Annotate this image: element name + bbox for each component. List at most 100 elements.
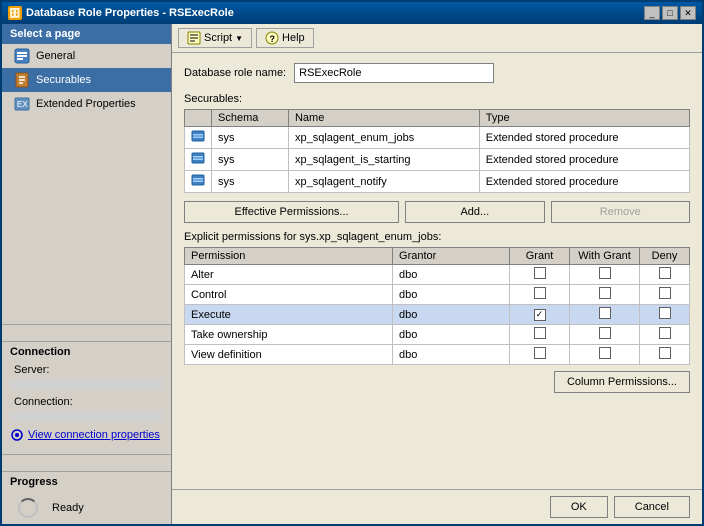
svg-text:EX: EX xyxy=(17,100,28,109)
checkbox[interactable] xyxy=(659,327,671,339)
checkbox[interactable] xyxy=(599,307,611,319)
col-schema: Schema xyxy=(212,110,289,127)
checkbox[interactable] xyxy=(599,347,611,359)
name-cell: xp_sqlagent_enum_jobs xyxy=(288,127,479,149)
connection-icon xyxy=(10,428,24,442)
schema-cell: sys xyxy=(212,149,289,171)
checkbox[interactable] xyxy=(534,327,546,339)
maximize-button[interactable]: □ xyxy=(662,6,678,20)
securables-row-icon xyxy=(191,151,205,165)
sidebar: Select a page General xyxy=(2,24,172,524)
name-cell: xp_sqlagent_is_starting xyxy=(288,149,479,171)
svg-text:?: ? xyxy=(270,34,276,44)
window-title: Database Role Properties - RSExecRole xyxy=(26,7,234,19)
table-row[interactable]: sys xp_sqlagent_is_starting Extended sto… xyxy=(185,149,690,171)
remove-button[interactable]: Remove xyxy=(551,201,690,223)
deny-cell xyxy=(640,285,690,305)
role-name-label: Database role name: xyxy=(184,67,286,79)
row-icon-cell xyxy=(185,127,212,149)
securables-row-icon xyxy=(191,173,205,187)
minimize-button[interactable]: _ xyxy=(644,6,660,20)
cancel-button[interactable]: Cancel xyxy=(614,496,690,518)
grantor-cell: dbo xyxy=(393,305,510,325)
with-grant-cell xyxy=(570,325,640,345)
script-button[interactable]: Script ▼ xyxy=(178,28,252,48)
general-icon xyxy=(14,48,30,64)
grantor-cell: dbo xyxy=(393,265,510,285)
checkbox[interactable] xyxy=(534,267,546,279)
server-label: Server: xyxy=(2,362,171,378)
table-row[interactable]: Execute dbo xyxy=(185,305,690,325)
permission-cell: View definition xyxy=(185,345,393,365)
server-value xyxy=(10,380,163,390)
script-icon xyxy=(187,31,201,45)
help-icon: ? xyxy=(265,31,279,45)
title-bar-controls: _ □ ✕ xyxy=(644,6,696,20)
checkbox[interactable] xyxy=(659,287,671,299)
perm-col-grant: Grant xyxy=(510,248,570,265)
table-row[interactable]: sys xp_sqlagent_notify Extended stored p… xyxy=(185,171,690,193)
role-name-row: Database role name: xyxy=(184,63,690,83)
checkbox[interactable] xyxy=(534,347,546,359)
window-icon: 🗄 xyxy=(8,6,22,20)
close-button[interactable]: ✕ xyxy=(680,6,696,20)
sidebar-item-label: Extended Properties xyxy=(36,98,136,110)
ready-label: Ready xyxy=(52,502,84,514)
view-connection-link[interactable]: View connection properties xyxy=(2,424,171,446)
checkbox[interactable] xyxy=(659,347,671,359)
role-name-input[interactable] xyxy=(294,63,494,83)
table-row[interactable]: View definition dbo xyxy=(185,345,690,365)
securables-icon xyxy=(14,72,30,88)
grant-cell xyxy=(510,265,570,285)
table-row[interactable]: Alter dbo xyxy=(185,265,690,285)
checkbox[interactable] xyxy=(599,287,611,299)
checkbox[interactable] xyxy=(599,327,611,339)
script-dropdown-arrow: ▼ xyxy=(235,34,243,43)
progress-spinner xyxy=(18,498,38,518)
perm-col-grantor: Grantor xyxy=(393,248,510,265)
securables-table: Schema Name Type sys xp_sqlagent_enum_jo… xyxy=(184,109,690,193)
title-bar: 🗄 Database Role Properties - RSExecRole … xyxy=(2,2,702,24)
title-bar-left: 🗄 Database Role Properties - RSExecRole xyxy=(8,6,234,20)
perm-col-deny: Deny xyxy=(640,248,690,265)
connection-value xyxy=(10,412,163,422)
col-type: Type xyxy=(479,110,689,127)
with-grant-cell xyxy=(570,265,640,285)
connection-section: Connection xyxy=(2,341,171,362)
checkbox[interactable] xyxy=(599,267,611,279)
with-grant-cell xyxy=(570,345,640,365)
ok-button[interactable]: OK xyxy=(550,496,608,518)
row-icon-cell xyxy=(185,171,212,193)
sidebar-item-general[interactable]: General xyxy=(2,44,171,68)
table-row[interactable]: Take ownership dbo xyxy=(185,325,690,345)
checkbox[interactable] xyxy=(534,309,546,321)
effective-permissions-button[interactable]: Effective Permissions... xyxy=(184,201,399,223)
checkbox[interactable] xyxy=(659,307,671,319)
bottom-bar: OK Cancel xyxy=(172,489,702,524)
sidebar-item-label: Securables xyxy=(36,74,91,86)
securables-label: Securables: xyxy=(184,93,690,105)
sidebar-item-securables[interactable]: Securables xyxy=(2,68,171,92)
grant-cell xyxy=(510,285,570,305)
sidebar-nav: General Securables xyxy=(2,44,171,320)
toolbar: Script ▼ ? Help xyxy=(172,24,702,53)
column-permissions-button[interactable]: Column Permissions... xyxy=(554,371,690,393)
grantor-cell: dbo xyxy=(393,285,510,305)
type-cell: Extended stored procedure xyxy=(479,171,689,193)
perm-col-with-grant: With Grant xyxy=(570,248,640,265)
add-button[interactable]: Add... xyxy=(405,201,544,223)
table-row[interactable]: Control dbo xyxy=(185,285,690,305)
grantor-cell: dbo xyxy=(393,325,510,345)
checkbox[interactable] xyxy=(534,287,546,299)
table-row[interactable]: sys xp_sqlagent_enum_jobs Extended store… xyxy=(185,127,690,149)
help-button[interactable]: ? Help xyxy=(256,28,314,48)
deny-cell xyxy=(640,305,690,325)
permission-cell: Control xyxy=(185,285,393,305)
sidebar-item-extended[interactable]: EX Extended Properties xyxy=(2,92,171,116)
checkbox[interactable] xyxy=(659,267,671,279)
permission-cell: Execute xyxy=(185,305,393,325)
bottom-right: OK Cancel xyxy=(550,496,690,518)
col-icon xyxy=(185,110,212,127)
grant-cell xyxy=(510,345,570,365)
main-window: 🗄 Database Role Properties - RSExecRole … xyxy=(0,0,704,526)
